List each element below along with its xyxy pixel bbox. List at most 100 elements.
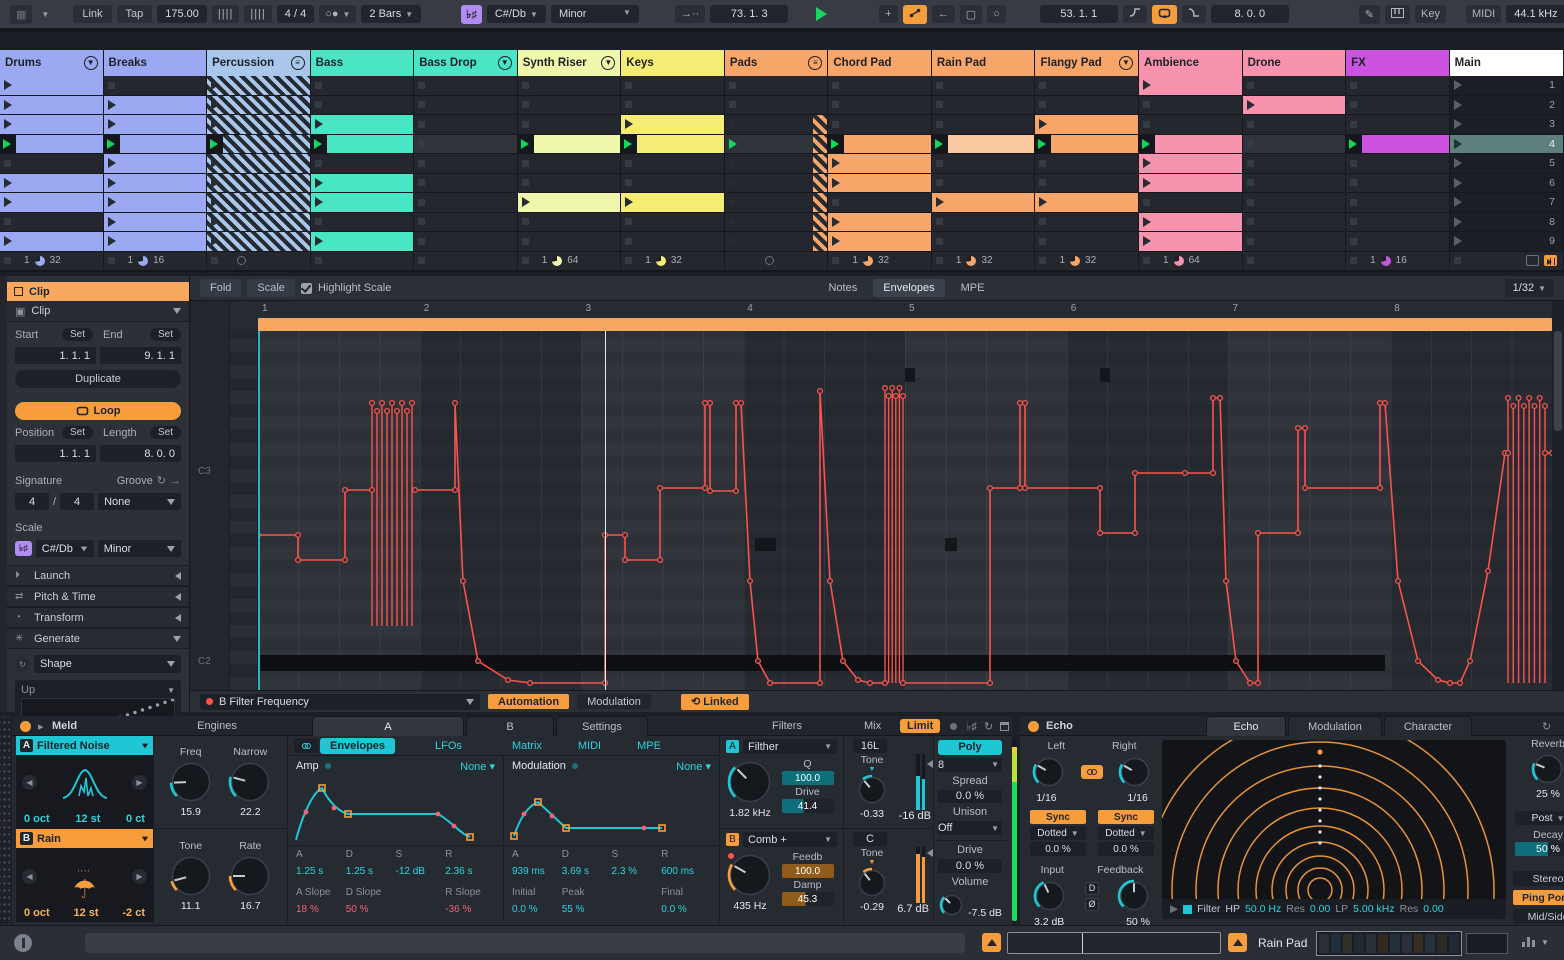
clip-slot[interactable]	[103, 154, 207, 173]
clip-slot[interactable]	[311, 154, 414, 173]
limit-button[interactable]: Limit	[900, 719, 941, 733]
spread-field[interactable]: 0.0 %	[938, 789, 1002, 804]
pan-b-field[interactable]: C	[853, 832, 887, 846]
engine-a-narrow-knob[interactable]	[227, 759, 273, 805]
global-drive-field[interactable]: 0.0 %	[938, 859, 1002, 873]
clip-slot[interactable]	[621, 76, 724, 95]
engine-a-type-menu[interactable]: Filtered Noise	[37, 740, 110, 752]
track-status-flangy-pad[interactable]: 1 32	[1035, 251, 1140, 270]
echo-feedback-knob[interactable]	[1116, 878, 1152, 914]
engine-b-tone-knob[interactable]	[168, 853, 214, 899]
echo-tab-echo[interactable]: Echo	[1206, 716, 1286, 736]
device-chain-overview-end[interactable]	[1466, 933, 1508, 954]
clip-slot[interactable]	[311, 96, 414, 115]
echo-input-value[interactable]: 3.2 dB	[1034, 916, 1064, 925]
filter-a-drive[interactable]: 41.4	[781, 799, 834, 813]
mini-keyboard[interactable]	[230, 331, 258, 690]
mod-envelope-graph[interactable]	[504, 776, 719, 846]
clip-slot[interactable]	[621, 174, 724, 193]
set-position-button[interactable]: Set	[61, 426, 93, 439]
set-length-button[interactable]: Set	[149, 426, 181, 439]
overview-icon[interactable]	[1526, 255, 1539, 266]
pan-a-field[interactable]: 16L	[853, 739, 887, 753]
mod-initial[interactable]: 0.0 %	[512, 904, 562, 920]
freq-value[interactable]: 15.9	[180, 806, 200, 818]
track-status-bass-drop[interactable]	[414, 251, 518, 270]
back-to-arrangement-icon[interactable]	[1544, 255, 1557, 266]
mix-b-level[interactable]: 6.7 dB	[897, 903, 929, 915]
track-header-flangy-pad[interactable]: Flangy Pad ▼	[1035, 50, 1140, 76]
scene-slot-7[interactable]: 7	[1450, 193, 1564, 212]
clip-slot[interactable]	[1346, 134, 1449, 153]
filter-b-freq[interactable]: 435 Hz	[733, 900, 766, 912]
amp-attack[interactable]: 1.25 s	[296, 866, 346, 882]
clip-slot[interactable]	[0, 193, 103, 212]
clip-slot[interactable]	[0, 154, 103, 173]
track-header-keys[interactable]: Keys	[621, 50, 725, 76]
clip-slot[interactable]	[1346, 232, 1449, 251]
track-status-chord-pad[interactable]: 1 32	[828, 251, 932, 270]
clip-slot[interactable]	[1139, 154, 1242, 173]
clip-slot[interactable]	[1035, 134, 1139, 153]
filter-a-badge[interactable]: A	[726, 740, 739, 753]
group-icon[interactable]: ≡	[808, 56, 823, 70]
phase-button[interactable]: Ø	[1084, 897, 1099, 911]
amp-sustain[interactable]: -12 dB	[396, 866, 446, 882]
clip-slot[interactable]	[0, 134, 103, 153]
device-scrollbar[interactable]	[1007, 932, 1221, 954]
clip-slot[interactable]	[518, 76, 621, 95]
clip-slot[interactable]	[1139, 173, 1242, 192]
rate-value[interactable]: 16.7	[240, 900, 260, 912]
prev-engine-icon[interactable]: ◀	[22, 868, 37, 884]
generator-menu[interactable]: Shape	[34, 655, 181, 673]
key-map-button[interactable]: Key	[1415, 5, 1446, 23]
set-end-button[interactable]: Set	[149, 328, 181, 341]
tone-value[interactable]: 11.1	[181, 900, 201, 912]
scene-slot-4[interactable]: 4	[1449, 134, 1564, 153]
track-header-drums[interactable]: Drums ▼	[0, 50, 104, 76]
clip-slot[interactable]	[0, 115, 103, 134]
clip-slot[interactable]	[207, 154, 310, 173]
clip-slot[interactable]	[414, 135, 517, 154]
clip-slot[interactable]	[1139, 96, 1242, 115]
clip-slot[interactable]	[310, 134, 414, 153]
generator-hotswap-icon[interactable]: ↻	[15, 656, 30, 672]
prev-engine-icon[interactable]: ◀	[22, 775, 37, 790]
amp-envelope-graph[interactable]	[288, 776, 503, 846]
generate-section[interactable]: ✳ Generate	[7, 628, 189, 649]
clip-slot[interactable]	[1346, 174, 1449, 193]
signature-numerator-field[interactable]: 4	[15, 493, 49, 510]
clip-slot[interactable]	[828, 212, 931, 231]
device-chain-overview[interactable]	[1316, 931, 1462, 956]
mix-a-level[interactable]: -16 dB	[899, 810, 931, 822]
loop-length-field[interactable]: 8. 0. 0	[1210, 5, 1289, 23]
engine-a-cents[interactable]: 0 ct	[126, 813, 145, 825]
route-pingpong-button[interactable]: Ping Pong	[1513, 890, 1564, 905]
next-engine-icon[interactable]: ▶	[132, 868, 147, 884]
clip-slot[interactable]	[932, 232, 1035, 251]
clip-slot[interactable]	[725, 212, 828, 231]
clip-slot[interactable]	[1243, 174, 1346, 193]
track-status-breaks[interactable]: 1 16	[103, 251, 208, 270]
clip-slot[interactable]	[1139, 193, 1242, 212]
mod-final[interactable]: 0.0 %	[661, 904, 711, 920]
amp-a-slope[interactable]: 18 %	[296, 904, 346, 920]
clip-slot[interactable]	[1346, 76, 1449, 95]
clip-slot[interactable]	[518, 232, 621, 251]
clip-slot[interactable]	[621, 134, 724, 153]
time-signature-field[interactable]: 4 / 4	[276, 5, 315, 23]
device-fold-icon[interactable]: ▸	[38, 716, 44, 736]
filter-b-badge[interactable]: B	[726, 833, 739, 846]
highlight-scale-checkbox[interactable]	[300, 282, 312, 294]
clip-slot[interactable]	[414, 193, 517, 212]
clip-slot[interactable]	[932, 213, 1035, 232]
amp-mod-menu[interactable]: None ▾	[460, 760, 495, 773]
clip-slot[interactable]	[1242, 95, 1346, 114]
clip-slot[interactable]	[207, 76, 310, 95]
hp-freq[interactable]: 50.0 Hz	[1245, 903, 1281, 915]
clip-slot[interactable]	[103, 173, 207, 192]
follow-icon[interactable]: →··	[674, 5, 706, 23]
nudge-up-icon[interactable]: ||||	[244, 5, 272, 23]
filter-a-freq-knob[interactable]	[726, 758, 774, 806]
clip-slot[interactable]	[1139, 232, 1242, 251]
